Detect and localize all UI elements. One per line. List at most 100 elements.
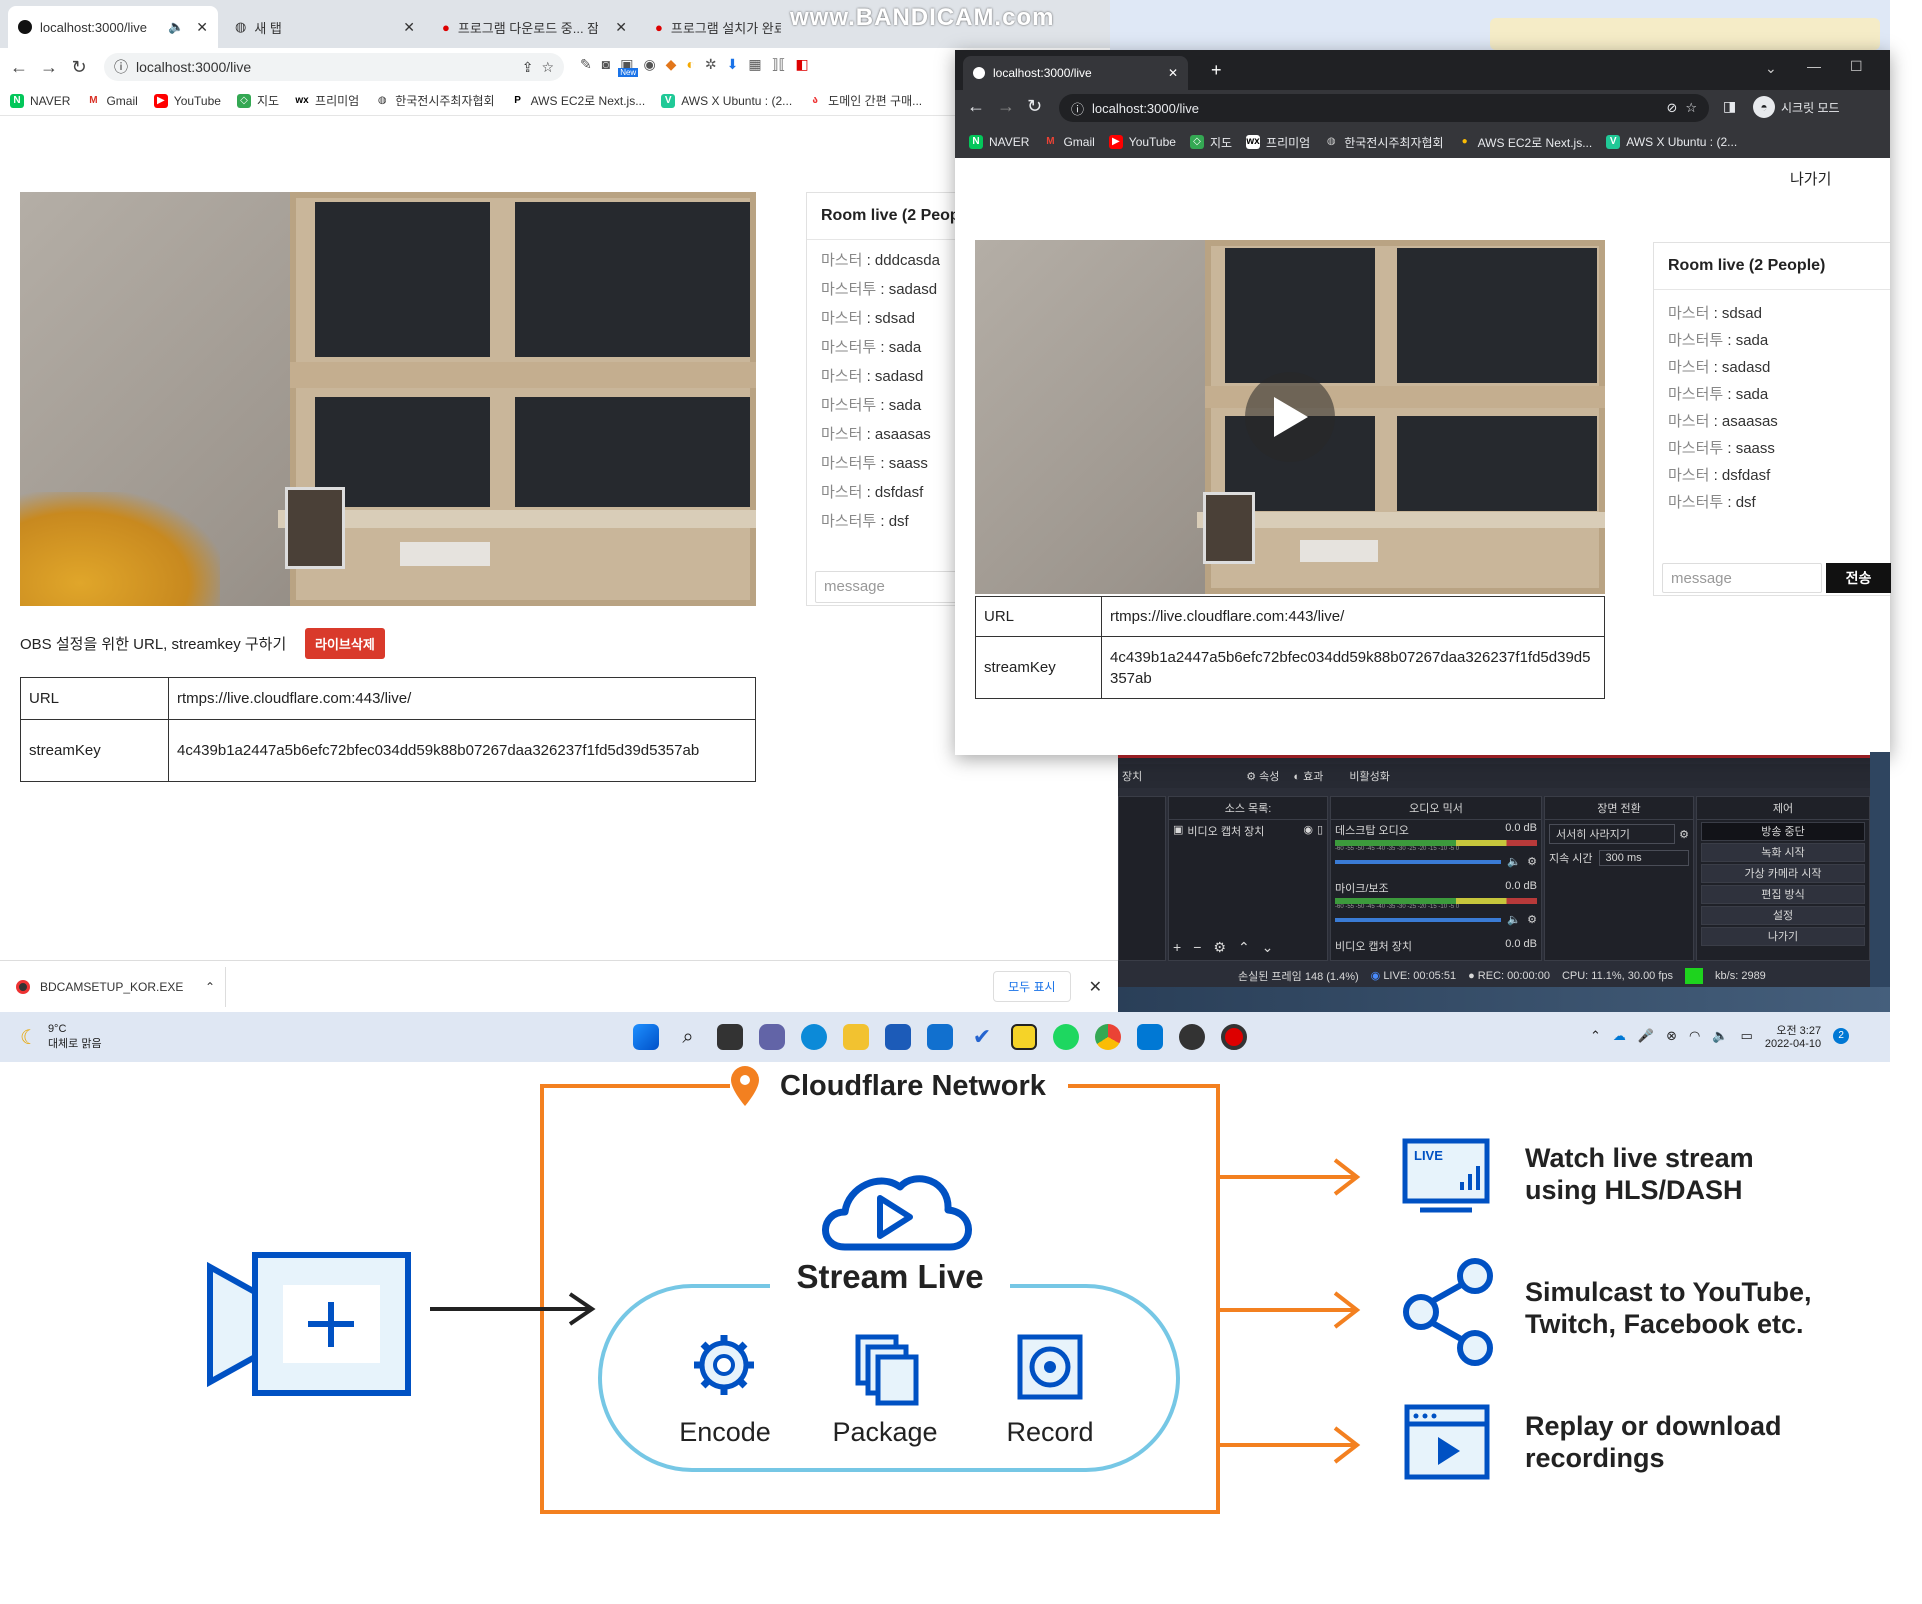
gear-icon[interactable]: ⚙ [1679,828,1689,841]
sidebar-icon[interactable]: ◨ [1723,98,1736,115]
microphone-icon[interactable]: 🎤 [1638,1028,1654,1044]
tab-localhost[interactable]: localhost:3000/live 🔈 ✕ [8,6,218,48]
extension-icon[interactable]: ✎ [580,56,592,73]
wifi-icon[interactable]: ◠ [1689,1028,1700,1044]
info-icon[interactable]: ⓘ [114,57,128,77]
send-button[interactable]: 전송 [1826,563,1891,593]
bookmark-youtube[interactable]: ▶ YouTube [153,93,221,108]
chevron-up-icon[interactable]: ⌃ [205,980,215,994]
chrome-icon[interactable] [1095,1024,1121,1050]
volume-slider[interactable] [1335,917,1502,922]
obs-deactivate-button[interactable]: 비활성화 [1349,768,1389,784]
tab-localhost-incognito[interactable]: localhost:3000/live ✕ [963,56,1188,90]
bookmark-gmail[interactable]: M Gmail [1043,135,1095,149]
close-icon[interactable]: ✕ [1089,977,1102,997]
mail-icon[interactable] [927,1024,953,1050]
address-bar[interactable]: ⓘ localhost:3000/live ⇪ ☆ [104,53,564,81]
reload-icon[interactable]: ↻ [1027,96,1042,117]
bookmark-kea[interactable]: ◍ 한국전시주최자협회 [1324,134,1444,151]
close-circle-icon[interactable]: ⊗ [1666,1028,1677,1044]
transition-select[interactable]: 서서히 사라지기 [1549,824,1676,844]
sticky-notes-icon[interactable] [1011,1024,1037,1050]
windows-start-icon[interactable] [633,1024,659,1050]
tab-download[interactable]: ● 프로그램 다운로드 중... 잠시 ✕ [432,6,637,48]
share-icon[interactable]: ⇪ [522,59,534,76]
close-icon[interactable]: ✕ [196,19,208,36]
bookmark-naver[interactable]: N NAVER [969,135,1029,149]
bookmark-domain[interactable]: ა 도메인 간편 구매... [808,92,922,109]
bookmark-aws-ec2[interactable]: ● AWS EC2로 Next.js... [1457,134,1592,151]
show-all-button[interactable]: 모두 표시 [993,971,1071,1002]
star-icon[interactable]: ☆ [1685,100,1697,116]
message-input[interactable]: message [815,571,967,603]
extension-icon[interactable]: ◧ [795,56,808,73]
message-input[interactable]: message [1662,563,1822,593]
edge-icon[interactable] [801,1024,827,1050]
obs-control-button[interactable]: 방송 중단 [1701,822,1865,841]
bookmark-premium[interactable]: wx 프리미엄 [1246,134,1310,151]
delete-live-button[interactable]: 라이브삭제 [305,628,385,659]
eye-icon[interactable]: ◉ [1303,823,1313,839]
obs-control-button[interactable]: 나가기 [1701,927,1865,946]
close-icon[interactable]: ✕ [403,19,415,36]
up-icon[interactable]: ⌃ [1238,939,1250,956]
onedrive-icon[interactable]: ☁ [1613,1028,1626,1044]
back-icon[interactable]: ← [967,96,985,117]
glasses-icon[interactable]: ◉ [643,56,655,73]
tab-new[interactable]: ◍ 새 탭 ✕ [225,6,425,48]
bookmark-gmail[interactable]: M Gmail [86,93,138,108]
reload-icon[interactable]: ↻ [64,57,94,78]
clock[interactable]: 오전 3:27 2022-04-10 [1765,1022,1821,1050]
obs-control-button[interactable]: 가상 카메라 시작 [1701,864,1865,883]
exit-link[interactable]: 나가기 [1790,168,1831,189]
volume-slider[interactable] [1335,859,1502,864]
obs-source-item[interactable]: ▣ 비디오 캡처 장치 ◉ ▯ [1169,820,1327,842]
new-tab-icon[interactable]: + [1211,60,1222,81]
download-item[interactable]: BDCAMSETUP_KOR.EXE ⌃ [0,966,226,1007]
gear-icon[interactable]: ⚙ [1527,855,1537,868]
chevron-up-icon[interactable]: ⌃ [1590,1028,1601,1044]
close-icon[interactable]: ✕ [615,19,627,36]
obs-icon[interactable] [1179,1024,1205,1050]
gear-icon[interactable]: ⚙ [1213,939,1226,956]
add-icon[interactable]: + [1173,939,1181,956]
live-video[interactable] [20,192,756,606]
download-icon[interactable]: ⬇ [727,56,739,73]
bookmark-aws-ubuntu[interactable]: V AWS X Ubuntu : (2... [1606,135,1737,149]
bookmark-kea[interactable]: ◍ 한국전시주최자협회 [375,92,495,109]
bandicam-icon[interactable] [1221,1024,1247,1050]
eye-off-icon[interactable]: ⊘ [1666,100,1677,116]
obs-control-button[interactable]: 설정 [1701,906,1865,925]
back-icon[interactable]: ← [4,57,34,78]
battery-icon[interactable]: ▭ [1741,1028,1753,1044]
gear-icon[interactable]: ⚙ [1527,913,1537,926]
fox-icon[interactable]: ◆ [666,56,677,73]
star-icon[interactable]: ☆ [541,59,554,76]
speaker-icon[interactable]: 🔈 [1507,913,1521,926]
bookmark-map[interactable]: ◇ 지도 [1189,134,1232,151]
tab-install[interactable]: ● 프로그램 설치가 완료 [645,6,795,48]
notification-badge[interactable]: 2 [1833,1028,1850,1044]
extension-icon[interactable]: ◐ [686,56,694,73]
store-icon[interactable] [885,1024,911,1050]
obs-control-button[interactable]: 녹화 시작 [1701,843,1865,862]
play-button[interactable] [1245,372,1335,462]
forward-icon[interactable]: → [34,57,64,78]
obs-control-button[interactable]: 편집 방식 [1701,885,1865,904]
info-icon[interactable]: ⓘ [1071,99,1084,118]
incognito-indicator[interactable]: ◓ 시크릿 모드 [1753,96,1840,118]
search-icon[interactable]: ⌕ [675,1024,701,1050]
chevron-down-icon[interactable]: ⌄ [1765,60,1777,77]
bookmark-aws-ubuntu[interactable]: V AWS X Ubuntu : (2... [661,93,792,108]
bookmark-aws-ec2[interactable]: P AWS EC2로 Next.js... [510,92,645,109]
speaker-icon[interactable]: 🔈 [1712,1028,1728,1044]
close-icon[interactable]: ✕ [1168,66,1178,80]
vscode-icon[interactable] [1137,1024,1163,1050]
live-video-viewer[interactable] [975,240,1605,594]
speaker-icon[interactable]: 🔈 [168,19,184,35]
camera-icon[interactable]: ◙ [602,56,610,73]
lock-icon[interactable]: ▯ [1317,823,1323,839]
obs-filters-button[interactable]: ◐ 효과 [1293,768,1323,784]
remove-icon[interactable]: − [1193,939,1201,956]
bookmark-naver[interactable]: N NAVER [10,93,70,108]
